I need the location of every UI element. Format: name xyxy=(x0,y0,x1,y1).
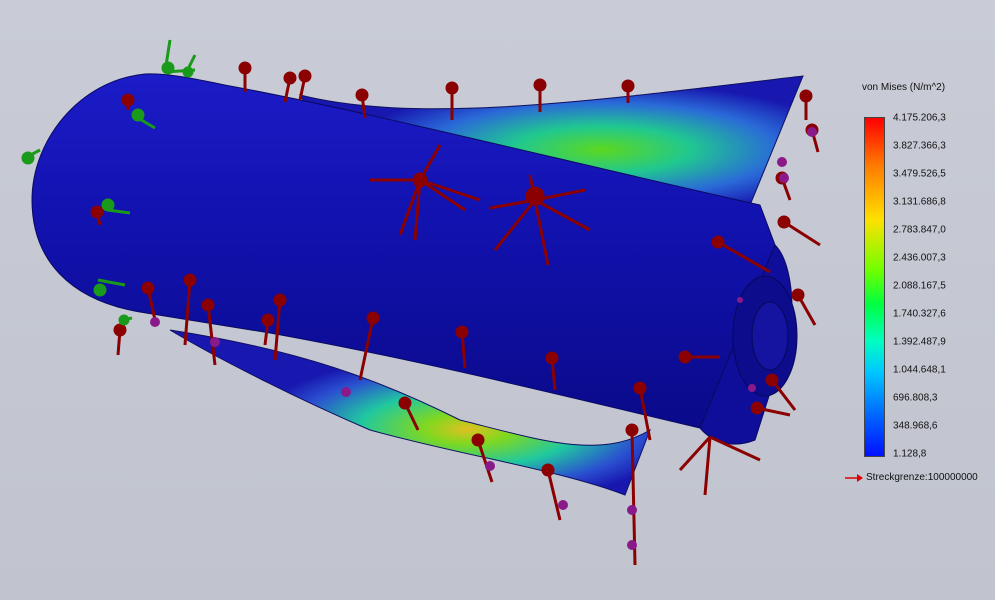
legend-tick: 4.175.206,3 xyxy=(893,112,946,124)
arrow-icon xyxy=(799,89,813,120)
legend-tick: 2.088.167,5 xyxy=(893,280,946,292)
arrow-icon xyxy=(678,435,761,496)
pin-icon xyxy=(737,297,743,303)
red-arrow-icon xyxy=(845,473,863,482)
arrow-icon xyxy=(113,323,127,356)
pin-icon xyxy=(558,500,568,510)
fixture-icon xyxy=(21,148,41,165)
fixture-icon xyxy=(182,54,197,78)
legend-tick: 348.968,6 xyxy=(893,420,938,432)
fixture-icon xyxy=(118,314,133,326)
model-viewport[interactable] xyxy=(0,0,995,600)
pin-icon xyxy=(341,387,351,397)
pin-icon xyxy=(627,505,637,515)
rear-bore xyxy=(751,301,789,371)
pin-icon xyxy=(779,173,789,183)
arrow-icon xyxy=(750,401,791,417)
pin-icon xyxy=(807,127,817,137)
legend-tick: 1.128,8 xyxy=(893,448,927,460)
legend-title: von Mises (N/m^2) xyxy=(862,82,946,93)
arrow-icon xyxy=(298,69,312,101)
pin-icon xyxy=(777,157,787,167)
legend-tick: 3.131.686,8 xyxy=(893,196,946,208)
legend-tick: 2.783.847,0 xyxy=(893,224,946,236)
legend-tick: 3.827.366,3 xyxy=(893,140,946,152)
color-scale-bar xyxy=(864,117,885,457)
pin-icon xyxy=(485,461,495,471)
pin-icon xyxy=(627,540,637,550)
legend-tick: 1.392.487,9 xyxy=(893,336,946,348)
legend-tick: 2.436.007,3 xyxy=(893,252,946,264)
yield-strength-label: Streckgrenze:100000000 xyxy=(866,472,978,483)
pin-icon xyxy=(210,337,220,347)
legend-tick: 3.479.526,5 xyxy=(893,168,946,180)
legend-tick: 696.808,3 xyxy=(893,392,938,404)
pin-icon xyxy=(150,317,160,327)
legend-tick: 1.740.327,6 xyxy=(893,308,946,320)
pin-icon xyxy=(748,384,756,392)
yield-strength-indicator: Streckgrenze:100000000 xyxy=(845,472,978,483)
legend-tick: 1.044.648,1 xyxy=(893,364,946,376)
arrow-icon xyxy=(777,215,821,247)
